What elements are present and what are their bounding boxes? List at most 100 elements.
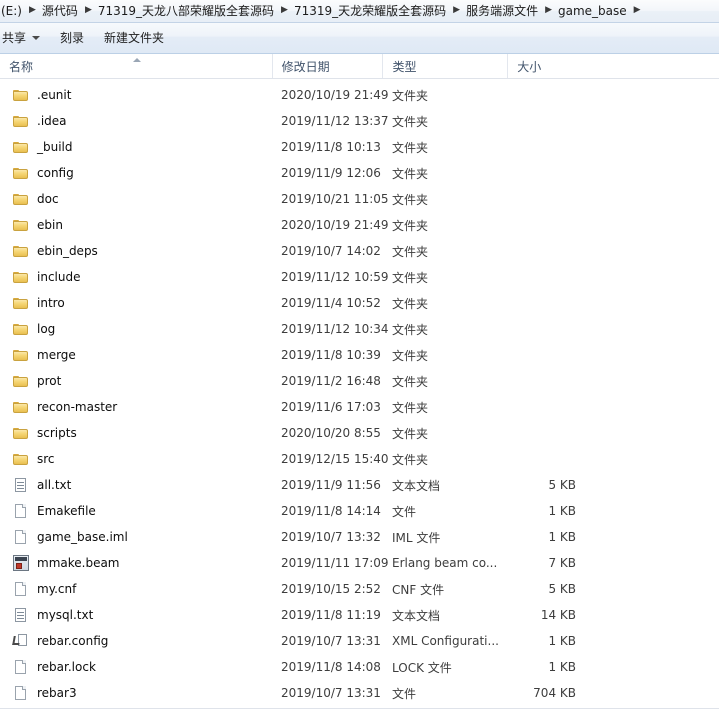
table-row[interactable]: rebar.config2019/10/7 13:31XML Configura…: [0, 628, 719, 654]
breadcrumb-item[interactable]: 服务端源文件: [463, 2, 542, 20]
table-row[interactable]: ebin_deps 2019/10/7 14:02文件夹: [0, 238, 719, 264]
breadcrumb-item[interactable]: 71319_天龙八部荣耀版全套源码: [95, 2, 278, 20]
table-row[interactable]: merge 2019/11/8 10:39文件夹: [0, 342, 719, 368]
cell-date-modified: 2019/10/7 13:31: [272, 686, 383, 700]
column-header-size[interactable]: 大小: [507, 54, 584, 78]
breadcrumb-separator-icon[interactable]: ▶: [450, 2, 463, 18]
cell-type: 文件夹: [383, 347, 508, 364]
text-file-icon: [13, 477, 29, 493]
chevron-down-icon[interactable]: [32, 36, 40, 40]
folder-icon: [13, 191, 29, 207]
column-header-name-label: 名称: [9, 58, 33, 75]
file-name-label: ebin: [37, 218, 63, 232]
cell-name: log: [0, 321, 272, 337]
cell-name: .idea: [0, 113, 272, 129]
cell-date-modified: 2019/10/7 14:02: [272, 244, 383, 258]
cell-type: 文本文档: [383, 477, 508, 494]
breadcrumb-separator-icon[interactable]: ▶: [82, 2, 95, 18]
breadcrumb-separator-icon[interactable]: ▶: [26, 2, 39, 18]
file-name-label: intro: [37, 296, 65, 310]
cell-name: include: [0, 269, 272, 285]
cell-date-modified: 2019/11/8 14:08: [272, 660, 383, 674]
file-name-label: scripts: [37, 426, 77, 440]
breadcrumb-separator-icon[interactable]: ▶: [542, 2, 555, 18]
share-label: 共享: [2, 29, 26, 47]
cell-type: Erlang beam co...: [383, 556, 508, 570]
table-row[interactable]: include2019/11/12 10:59文件夹: [0, 264, 719, 290]
cell-name: config: [0, 165, 272, 181]
folder-icon: [13, 295, 29, 311]
cell-type: 文件夹: [383, 243, 508, 260]
file-icon: [13, 503, 29, 519]
cell-type: 文件夹: [383, 217, 508, 234]
table-row[interactable]: src2019/12/15 15:40文件夹: [0, 446, 719, 472]
table-row[interactable]: prot2019/11/2 16:48文件夹: [0, 368, 719, 394]
file-name-label: prot: [37, 374, 61, 388]
folder-icon: [13, 165, 29, 181]
column-header-date-label: 修改日期: [282, 58, 330, 75]
cell-date-modified: 2019/11/8 10:39: [272, 348, 383, 362]
beam-file-icon: [13, 555, 29, 571]
table-row[interactable]: Emakefile2019/11/8 14:14文件1 KB: [0, 498, 719, 524]
cell-type: 文本文档: [383, 607, 508, 624]
file-name-label: merge: [37, 348, 76, 362]
folder-icon: [13, 373, 29, 389]
breadcrumb[interactable]: (E:)▶源代码▶71319_天龙八部荣耀版全套源码▶71319_天龙荣耀版全套…: [0, 0, 719, 23]
file-name-label: mysql.txt: [37, 608, 93, 622]
breadcrumb-item[interactable]: 71319_天龙荣耀版全套源码: [291, 2, 450, 20]
cell-date-modified: 2020/10/19 21:49: [272, 218, 383, 232]
table-row[interactable]: .eunit2020/10/19 21:49文件夹: [0, 82, 719, 108]
cell-name: .eunit: [0, 87, 272, 103]
share-button[interactable]: 共享: [0, 25, 50, 51]
table-row[interactable]: rebar32019/10/7 13:31文件704 KB: [0, 680, 719, 706]
cell-date-modified: 2019/10/21 11:05: [272, 192, 383, 206]
cell-date-modified: 2019/10/7 13:32: [272, 530, 383, 544]
cell-size: 5 KB: [508, 582, 585, 596]
cell-name: game_base.iml: [0, 529, 272, 545]
breadcrumb-separator-icon[interactable]: ▶: [631, 2, 644, 18]
table-row[interactable]: config2019/11/9 12:06文件夹: [0, 160, 719, 186]
file-list[interactable]: .eunit2020/10/19 21:49文件夹.idea2019/11/12…: [0, 79, 719, 706]
table-row[interactable]: _build2019/11/8 10:13文件夹: [0, 134, 719, 160]
table-row[interactable]: .idea2019/11/12 13:37文件夹: [0, 108, 719, 134]
cell-type: 文件: [383, 685, 508, 702]
burn-button[interactable]: 刻录: [50, 25, 94, 51]
sort-ascending-icon: [133, 57, 142, 63]
table-row[interactable]: log2019/11/12 10:34文件夹: [0, 316, 719, 342]
table-row[interactable]: game_base.iml2019/10/7 13:32IML 文件1 KB: [0, 524, 719, 550]
cell-date-modified: 2019/11/8 11:19: [272, 608, 383, 622]
table-row[interactable]: mmake.beam2019/11/11 17:09Erlang beam co…: [0, 550, 719, 576]
table-row[interactable]: doc2019/10/21 11:05文件夹: [0, 186, 719, 212]
folder-icon: [13, 451, 29, 467]
table-row[interactable]: rebar.lock2019/11/8 14:08LOCK 文件1 KB: [0, 654, 719, 680]
cell-name: recon-master: [0, 399, 272, 415]
table-row[interactable]: recon-master2019/11/6 17:03文件夹: [0, 394, 719, 420]
file-name-label: doc: [37, 192, 59, 206]
toolbar: 共享 刻录 新建文件夹: [0, 23, 719, 54]
burn-label: 刻录: [60, 29, 84, 47]
table-row[interactable]: all.txt2019/11/9 11:56文本文档5 KB: [0, 472, 719, 498]
folder-icon: [13, 139, 29, 155]
breadcrumb-item[interactable]: (E:): [0, 2, 26, 20]
table-row[interactable]: scripts2020/10/20 8:55文件夹: [0, 420, 719, 446]
folder-icon: [13, 269, 29, 285]
table-row[interactable]: ebin 2020/10/19 21:49文件夹: [0, 212, 719, 238]
table-row[interactable]: intro2019/11/4 10:52文件夹: [0, 290, 719, 316]
table-row[interactable]: mysql.txt2019/11/8 11:19文本文档14 KB: [0, 602, 719, 628]
breadcrumb-item[interactable]: game_base: [555, 2, 631, 20]
column-header-date[interactable]: 修改日期: [272, 54, 383, 78]
breadcrumb-item[interactable]: 源代码: [39, 2, 82, 20]
new-folder-button[interactable]: 新建文件夹: [94, 25, 174, 51]
cell-name: intro: [0, 295, 272, 311]
file-name-label: ebin_deps: [37, 244, 98, 258]
column-header-type[interactable]: 类型: [382, 54, 507, 78]
folder-icon: [13, 113, 29, 129]
table-row[interactable]: my.cnf2019/10/15 2:52CNF 文件5 KB: [0, 576, 719, 602]
column-header-size-label: 大小: [517, 58, 541, 75]
cell-date-modified: 2019/11/9 11:56: [272, 478, 383, 492]
breadcrumb-separator-icon[interactable]: ▶: [278, 2, 291, 18]
cell-date-modified: 2019/10/15 2:52: [272, 582, 383, 596]
file-name-label: rebar3: [37, 686, 77, 700]
cell-type: 文件: [383, 503, 508, 520]
cell-type: 文件夹: [383, 113, 508, 130]
